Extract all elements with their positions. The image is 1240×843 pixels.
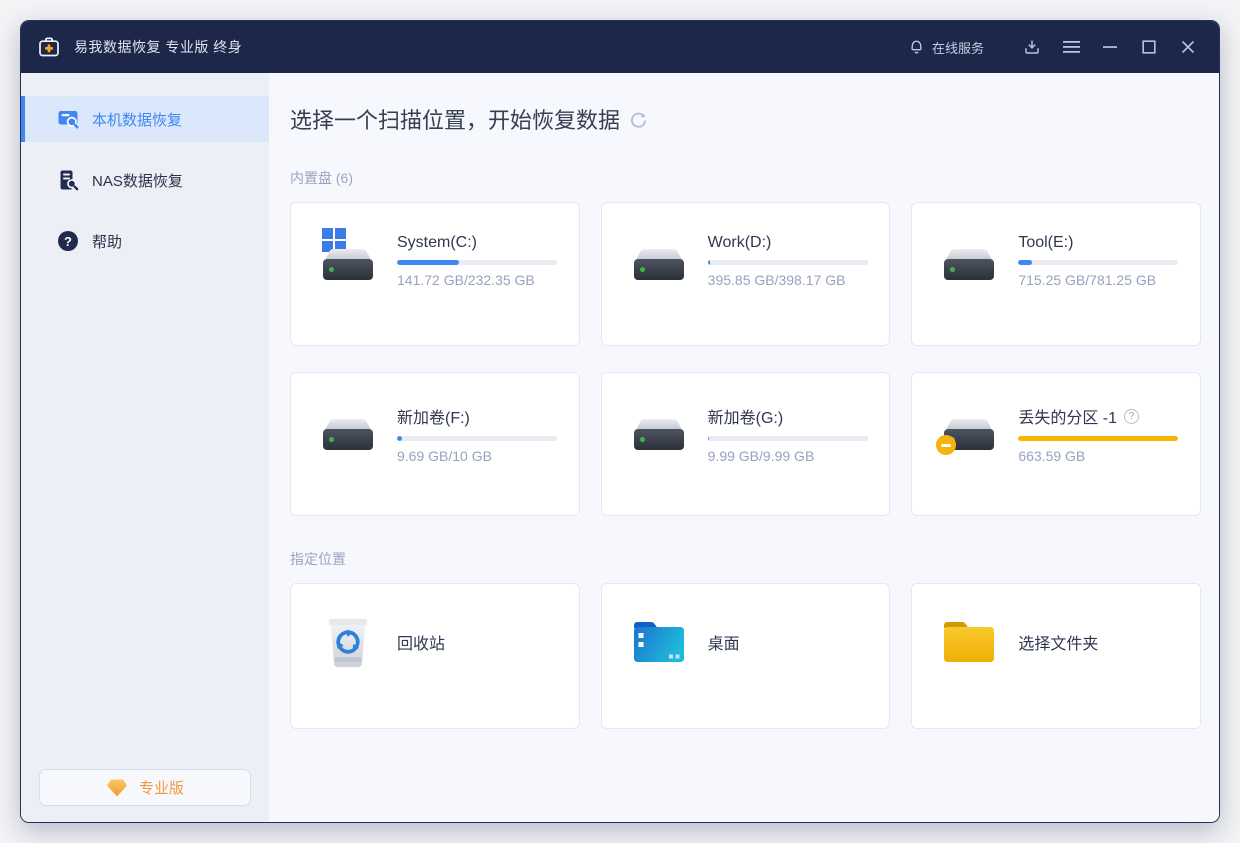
- location-label: 回收站: [397, 630, 445, 654]
- hard-drive-icon: [320, 398, 376, 454]
- refresh-button[interactable]: [630, 112, 647, 129]
- page-title: 选择一个扫描位置，开始恢复数据: [290, 103, 620, 135]
- location-label: 桌面: [708, 630, 740, 654]
- recycle-bin-icon: [320, 613, 376, 671]
- drive-name: 新加卷(G:): [708, 404, 784, 428]
- capacity-bar: [708, 260, 868, 265]
- capacity-bar: [1018, 436, 1178, 441]
- sidebar-item-help[interactable]: 帮助: [21, 218, 269, 264]
- capacity-bar: [1018, 260, 1178, 265]
- close-button[interactable]: [1171, 30, 1205, 64]
- drive-size: 715.25 GB/781.25 GB: [1018, 272, 1178, 288]
- hard-drive-icon: [320, 248, 376, 282]
- menu-button[interactable]: [1054, 30, 1088, 64]
- drive-name: 丢失的分区 -1: [1018, 404, 1117, 428]
- download-icon: [1023, 38, 1041, 56]
- drive-name: System(C:): [397, 234, 477, 252]
- choose-folder-icon: [941, 619, 997, 665]
- hard-drive-icon: [631, 228, 687, 284]
- location-card-recycle-bin[interactable]: 回收站: [290, 583, 580, 729]
- minus-badge-icon: [936, 435, 956, 455]
- lost-partition-drive-icon: [941, 398, 997, 454]
- windows-system-drive-icon: [320, 228, 376, 284]
- gem-icon: [106, 778, 128, 798]
- question-circle-icon[interactable]: [1124, 409, 1139, 424]
- drive-name: Tool(E:): [1018, 234, 1073, 252]
- capacity-bar: [397, 260, 557, 265]
- local-recovery-icon: [57, 108, 79, 130]
- location-card-desktop[interactable]: 桌面: [601, 583, 891, 729]
- drive-card-tool-e[interactable]: Tool(E:) 715.25 GB/781.25 GB: [911, 202, 1201, 346]
- minimize-icon: [1103, 40, 1117, 54]
- drive-card-volume-g[interactable]: 新加卷(G:) 9.99 GB/9.99 GB: [601, 372, 891, 516]
- drive-card-volume-f[interactable]: 新加卷(F:) 9.69 GB/10 GB: [290, 372, 580, 516]
- drive-size: 9.99 GB/9.99 GB: [708, 448, 868, 464]
- menu-icon: [1063, 40, 1080, 54]
- online-service-label: 在线服务: [932, 38, 984, 57]
- locations-grid: 回收站 桌面 选择文件夹: [290, 583, 1201, 729]
- location-label: 选择文件夹: [1018, 630, 1098, 654]
- sidebar-item-nas-recovery[interactable]: NAS数据恢复: [21, 157, 269, 203]
- sidebar-item-label: 帮助: [92, 231, 122, 252]
- bell-icon: [908, 39, 925, 56]
- main-panel: 选择一个扫描位置，开始恢复数据 内置盘 (6) System(: [269, 73, 1219, 822]
- hard-drive-icon: [320, 418, 376, 452]
- close-icon: [1181, 40, 1195, 54]
- help-icon: [57, 230, 79, 252]
- section-label-specified-locations: 指定位置: [290, 549, 1201, 569]
- hard-drive-icon: [631, 398, 687, 454]
- pro-version-label: 专业版: [139, 777, 184, 798]
- drive-size: 395.85 GB/398.17 GB: [708, 272, 868, 288]
- hard-drive-icon: [631, 418, 687, 452]
- drive-card-work-d[interactable]: Work(D:) 395.85 GB/398.17 GB: [601, 202, 891, 346]
- section-label-internal-disks: 内置盘 (6): [290, 168, 1201, 188]
- download-button[interactable]: [1015, 30, 1049, 64]
- capacity-bar: [708, 436, 868, 441]
- maximize-icon: [1142, 40, 1156, 54]
- refresh-icon: [630, 112, 647, 129]
- drive-size: 141.72 GB/232.35 GB: [397, 272, 557, 288]
- titlebar: 易我数据恢复 专业版 终身 在线服务: [21, 21, 1219, 73]
- desktop-folder-icon: [631, 619, 687, 665]
- sidebar-item-label: 本机数据恢复: [92, 109, 182, 130]
- sidebar-item-label: NAS数据恢复: [92, 170, 183, 191]
- pro-version-button[interactable]: 专业版: [39, 769, 251, 806]
- maximize-button[interactable]: [1132, 30, 1166, 64]
- drives-grid: System(C:) 141.72 GB/232.35 GB Work(D:) …: [290, 202, 1201, 516]
- drive-name: 新加卷(F:): [397, 404, 470, 428]
- sidebar: 本机数据恢复 NAS数据恢复 帮助 专业版: [21, 73, 269, 822]
- drive-size: 663.59 GB: [1018, 448, 1178, 464]
- location-card-choose-folder[interactable]: 选择文件夹: [911, 583, 1201, 729]
- online-service-button[interactable]: 在线服务: [908, 38, 984, 57]
- hard-drive-icon: [631, 248, 687, 282]
- drive-name: Work(D:): [708, 234, 772, 252]
- minimize-button[interactable]: [1093, 30, 1127, 64]
- app-window: 易我数据恢复 专业版 终身 在线服务: [20, 20, 1220, 823]
- app-title: 易我数据恢复 专业版 终身: [74, 37, 242, 57]
- sidebar-item-local-recovery[interactable]: 本机数据恢复: [21, 96, 269, 142]
- app-logo-icon: [37, 35, 61, 59]
- drive-size: 9.69 GB/10 GB: [397, 448, 557, 464]
- drive-card-system-c[interactable]: System(C:) 141.72 GB/232.35 GB: [290, 202, 580, 346]
- hard-drive-icon: [941, 228, 997, 284]
- nas-recovery-icon: [57, 169, 79, 191]
- hard-drive-icon: [941, 248, 997, 282]
- drive-card-lost-partition[interactable]: 丢失的分区 -1 663.59 GB: [911, 372, 1201, 516]
- capacity-bar: [397, 436, 557, 441]
